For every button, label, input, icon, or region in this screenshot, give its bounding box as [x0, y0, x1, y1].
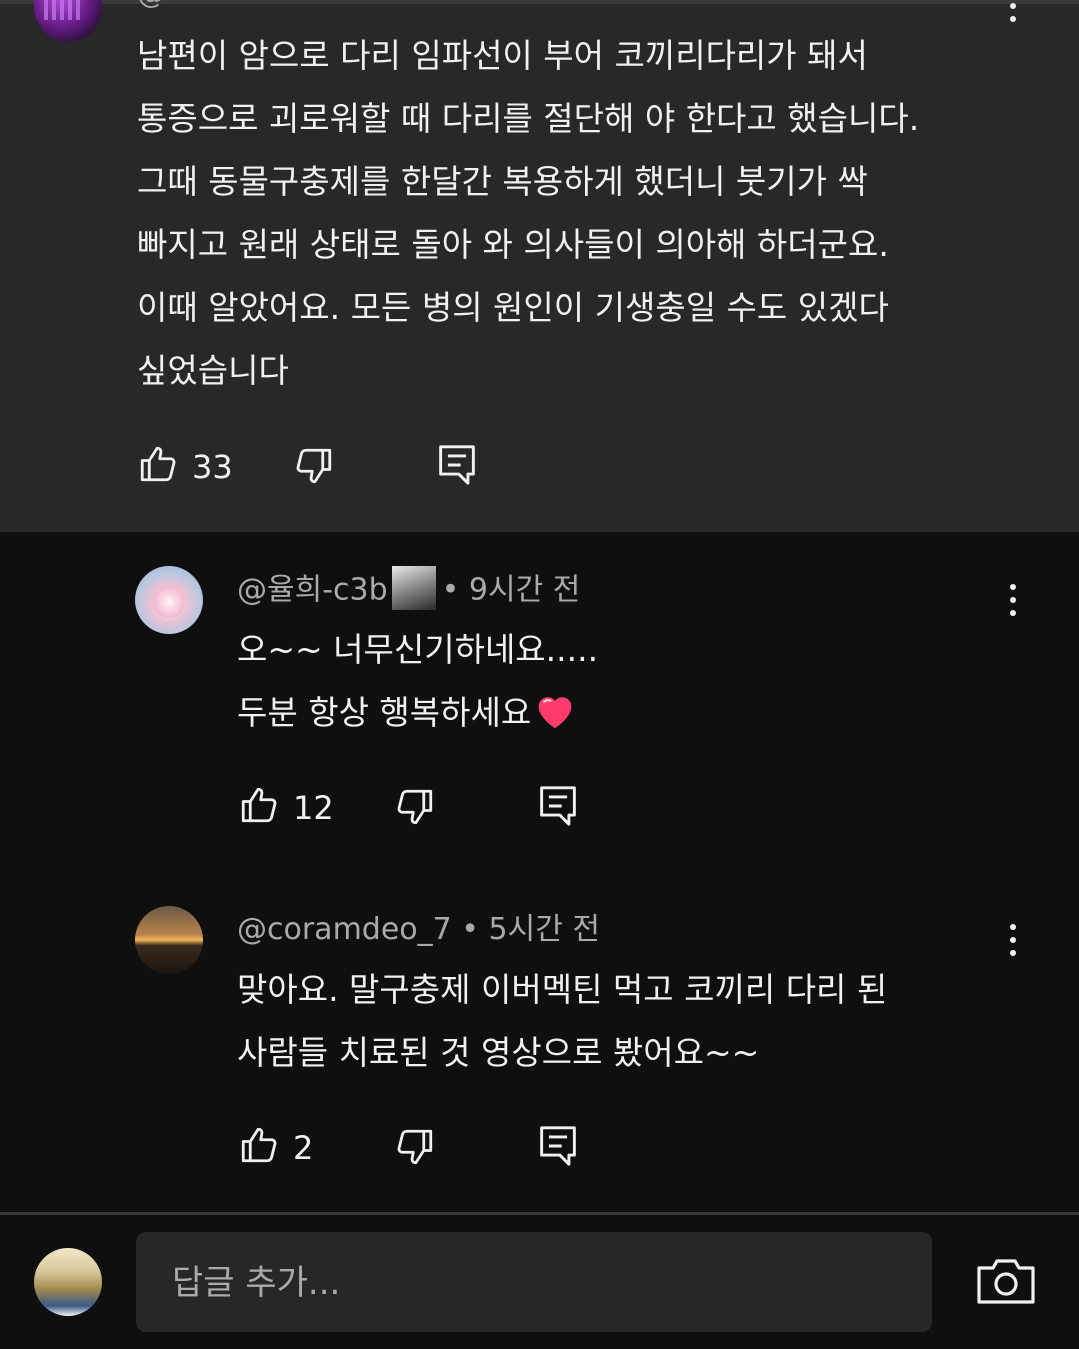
author-handle[interactable]: @율희-c3b: [237, 573, 388, 608]
thumb-down-icon: [397, 789, 433, 825]
thumb-up-icon: [140, 446, 176, 482]
parent-avatar[interactable]: [34, 0, 102, 42]
reply-header: @율희-c3b • 9시간 전: [237, 566, 581, 613]
like-count: 2: [293, 1129, 314, 1167]
reply-header: @coramdeo_7 • 5시간 전: [237, 910, 600, 950]
heart-emoji: [538, 697, 572, 729]
parent-comment-header: @: [137, 0, 517, 12]
reply-input-box[interactable]: [136, 1232, 932, 1332]
author-badge-image: [391, 566, 436, 610]
parent-comment-actions: 33: [137, 443, 497, 489]
reply-button[interactable]: [538, 1124, 578, 1172]
like-count: 33: [192, 448, 233, 486]
more-vert-icon[interactable]: [1007, 0, 1019, 26]
dislike-button[interactable]: [394, 786, 436, 832]
current-user-avatar: [34, 1248, 102, 1316]
timestamp: • 5시간 전: [461, 912, 600, 947]
reply-input[interactable]: [170, 1260, 874, 1306]
parent-comment: @ 남편이 암으로 다리 임파선이 부어 코끼리다리가 돼서 통증으로 괴로워할…: [0, 0, 1079, 532]
reply-avatar[interactable]: [135, 906, 203, 974]
camera-icon: [977, 1259, 1035, 1304]
reply-icon: [439, 445, 475, 485]
thumb-down-icon: [397, 1129, 433, 1165]
like-button[interactable]: [238, 784, 280, 830]
parent-comment-text: 남편이 암으로 다리 임파선이 부어 코끼리다리가 돼서 통증으로 괴로워할 때…: [137, 36, 920, 390]
reply-avatar[interactable]: [135, 566, 203, 634]
author-handle[interactable]: @coramdeo_7: [237, 912, 452, 947]
reply-icon: [540, 1126, 576, 1166]
dislike-button[interactable]: [293, 445, 335, 491]
dislike-button[interactable]: [394, 1126, 436, 1172]
reply-button[interactable]: [437, 443, 477, 491]
reply-text: 맞아요. 말구충제 이버멕틴 먹고 코끼리 다리 된 사람들 치료된 것 영상으…: [237, 970, 888, 1072]
more-vert-icon[interactable]: [1007, 580, 1019, 620]
like-count: 12: [293, 789, 334, 827]
reply-text: 오~~ 너무신기하네요..... 두분 항상 행복하세요: [237, 630, 599, 732]
more-vert-icon[interactable]: [1007, 920, 1019, 960]
thumb-up-icon: [241, 1127, 277, 1163]
reply-actions: 2: [238, 1124, 598, 1170]
composer-divider: [0, 1212, 1079, 1215]
camera-button[interactable]: [976, 1256, 1036, 1310]
reply-actions: 12: [238, 784, 598, 830]
like-button[interactable]: [238, 1124, 280, 1170]
timestamp: • 9시간 전: [441, 572, 581, 608]
reply-icon: [540, 786, 576, 826]
like-button[interactable]: [137, 443, 179, 489]
reply-button[interactable]: [538, 784, 578, 832]
thumb-up-icon: [241, 787, 277, 823]
thumb-down-icon: [296, 448, 332, 484]
